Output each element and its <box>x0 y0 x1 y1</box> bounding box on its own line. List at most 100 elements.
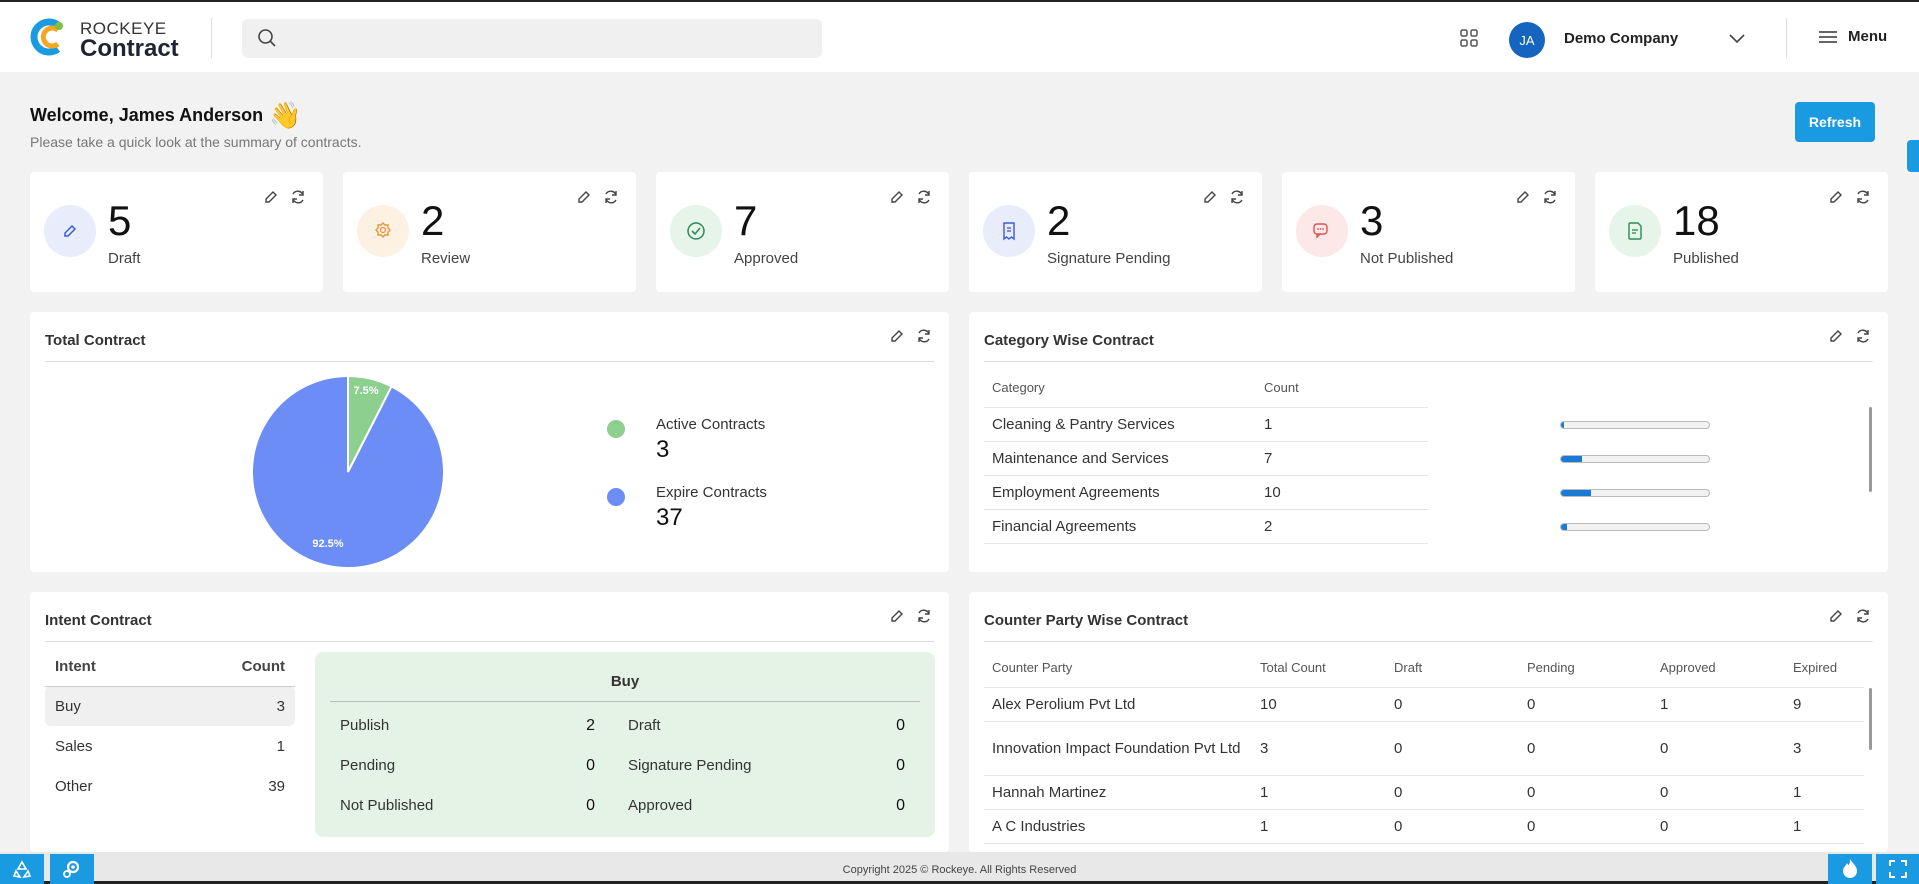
progress-fill <box>1561 490 1591 496</box>
scrollbar[interactable] <box>1869 407 1872 492</box>
table-row[interactable]: Buy 3 <box>45 686 295 726</box>
stat-label: Draft <box>108 250 141 267</box>
panel-tools <box>888 607 933 625</box>
refresh-icon[interactable] <box>1854 188 1872 206</box>
category-name: Employment Agreements <box>984 475 1256 510</box>
table-row[interactable]: Hannah Martinez 1 0 0 0 1 <box>984 775 1864 810</box>
search-input[interactable] <box>242 19 822 58</box>
refresh-icon[interactable] <box>1854 607 1872 625</box>
table-row[interactable]: Maintenance and Services 7 <box>984 441 1428 476</box>
refresh-button[interactable]: Refresh <box>1795 102 1875 142</box>
detail-label: Approved <box>628 797 693 814</box>
scrollbar[interactable] <box>1869 688 1872 750</box>
stat-card-published[interactable]: 18 Published <box>1595 172 1888 292</box>
table-cell: 1 <box>1785 775 1864 810</box>
stat-label: Review <box>421 250 471 267</box>
total-contract-panel: Total Contract 7.5% 92.5% Active Contract… <box>30 312 949 572</box>
pie-slice-label: 7.5% <box>353 385 378 397</box>
table-row[interactable]: Sales 1 <box>45 726 295 766</box>
legend-dot-expire <box>607 488 625 506</box>
pie-chart: 7.5% 92.5% <box>251 374 445 569</box>
refresh-icon[interactable] <box>1228 188 1246 206</box>
stat-card-review[interactable]: 2 Review <box>343 172 636 292</box>
refresh-icon[interactable] <box>1854 327 1872 345</box>
category-count: 2 <box>1256 509 1428 544</box>
table-row[interactable]: Alex Perolium Pvt Ltd 10 0 0 1 9 <box>984 687 1864 722</box>
edit-icon[interactable] <box>888 188 906 206</box>
fire-button[interactable] <box>1828 854 1872 884</box>
edit-icon[interactable] <box>262 188 280 206</box>
intent-table: Intent Count Buy 3 Sales 1 Other 39 <box>45 648 295 806</box>
stat-label: Published <box>1673 250 1739 267</box>
counter-party-table: Counter Party Total Count Draft Pending … <box>984 649 1864 844</box>
recycle-icon <box>12 860 32 879</box>
counter-party-name: Innovation Impact Foundation Pvt Ltd <box>984 721 1252 776</box>
apps-grid-icon[interactable] <box>1460 29 1478 47</box>
intent-count: 3 <box>167 686 295 726</box>
table-cell: 0 <box>1386 775 1519 810</box>
refresh-icon[interactable] <box>1541 188 1559 206</box>
category-table: Category Count Cleaning & Pantry Service… <box>984 369 1428 544</box>
refresh-icon[interactable] <box>915 607 933 625</box>
copyright-text: Copyright 2025 © Rockeye. All Rights Res… <box>842 864 1077 876</box>
stat-value: 7 <box>734 197 758 244</box>
legend-value: 37 <box>656 504 683 531</box>
menu-button[interactable]: Menu <box>1818 28 1887 45</box>
edit-icon[interactable] <box>1827 327 1845 345</box>
side-drawer-tab[interactable] <box>1907 140 1919 172</box>
edit-icon[interactable] <box>1827 188 1845 206</box>
intent-contract-panel: Intent Contract Intent Count Buy 3 Sales… <box>30 592 949 852</box>
avatar[interactable]: JA <box>1509 22 1545 58</box>
category-name: Financial Agreements <box>984 509 1256 544</box>
edit-icon[interactable] <box>575 188 593 206</box>
pie-slice[interactable] <box>251 374 445 569</box>
legend-value: 3 <box>656 436 670 463</box>
edit-icon[interactable] <box>888 607 906 625</box>
table-row[interactable]: Cleaning & Pantry Services 1 <box>984 407 1428 442</box>
edit-icon[interactable] <box>1827 607 1845 625</box>
column-header: Counter Party <box>984 649 1252 688</box>
stat-label: Not Published <box>1360 250 1454 267</box>
stat-card-not-published[interactable]: 3 Not Published <box>1282 172 1575 292</box>
stat-value: 18 <box>1673 197 1720 244</box>
table-cell: 0 <box>1652 775 1785 810</box>
table-row[interactable]: A C Industries 1 0 0 0 1 <box>984 809 1864 844</box>
progress-bar <box>1560 421 1710 429</box>
table-cell: 1 <box>1252 809 1386 844</box>
edit-icon[interactable] <box>1514 188 1532 206</box>
table-row[interactable]: Employment Agreements 10 <box>984 475 1428 510</box>
table-cell: 3 <box>1252 721 1386 776</box>
recycle-button[interactable] <box>0 854 44 884</box>
stat-card-approved[interactable]: 7 Approved <box>656 172 949 292</box>
flame-icon <box>1843 859 1857 878</box>
settings-button[interactable] <box>50 854 94 884</box>
welcome-heading: Welcome, James Anderson 👋 <box>30 100 301 131</box>
fullscreen-icon <box>1889 860 1907 878</box>
stat-card-signature-pending[interactable]: 2 Signature Pending <box>969 172 1262 292</box>
refresh-icon[interactable] <box>289 188 307 206</box>
top-bar: ROCKEYE Contract JA Demo Company Menu <box>0 0 1919 72</box>
stat-card-draft[interactable]: 5 Draft <box>30 172 323 292</box>
table-header: Category Count <box>984 369 1428 408</box>
stat-label: Signature Pending <box>1047 250 1171 267</box>
edit-icon[interactable] <box>888 327 906 345</box>
table-row[interactable]: Innovation Impact Foundation Pvt Ltd 3 0… <box>984 721 1864 776</box>
column-header: Pending <box>1519 649 1652 688</box>
intent-count: 1 <box>276 737 285 755</box>
table-row[interactable]: Financial Agreements 2 <box>984 509 1428 544</box>
company-name[interactable]: Demo Company <box>1564 30 1678 47</box>
legend-label: Expire Contracts <box>656 484 767 501</box>
refresh-icon[interactable] <box>915 327 933 345</box>
progress-fill <box>1561 456 1582 462</box>
table-cell: 0 <box>1652 809 1785 844</box>
column-header: Count <box>167 648 295 687</box>
edit-icon[interactable] <box>1201 188 1219 206</box>
chevron-down-icon[interactable] <box>1727 31 1747 45</box>
category-name: Maintenance and Services <box>984 441 1256 476</box>
column-header: Draft <box>1386 649 1519 688</box>
table-row[interactable]: Other 39 <box>45 766 295 806</box>
receipt-icon <box>983 205 1035 257</box>
refresh-icon[interactable] <box>602 188 620 206</box>
refresh-icon[interactable] <box>915 188 933 206</box>
fullscreen-button[interactable] <box>1876 854 1919 884</box>
